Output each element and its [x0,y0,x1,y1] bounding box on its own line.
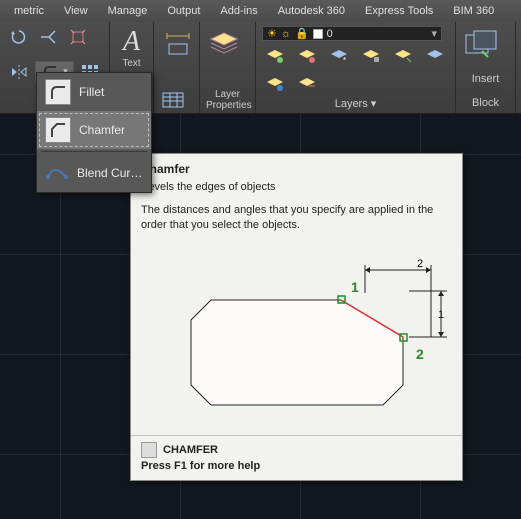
table-icon[interactable] [160,89,186,111]
tooltip-desc: Bevels the edges of objects [131,180,462,203]
menu-manage[interactable]: Manage [98,5,158,17]
dimension-icon[interactable] [160,26,196,62]
pick-label-1: 1 [351,279,359,295]
dropdown-item-blend[interactable]: Blend Cur… [37,154,151,192]
layer-iso-icon[interactable] [422,45,448,67]
blend-icon [45,162,69,185]
menu-bim360[interactable]: BIM 360 [443,5,504,17]
layer-combo[interactable]: ☀ ☼ 🔒 0 ▾ [262,26,442,41]
fillet-dropdown: Fillet Chamfer Blend Cur… [36,72,152,193]
panel-label-layers: Layers ▾ [262,95,449,112]
tooltip-title: Chamfer [131,154,462,180]
dropdown-label: Fillet [79,85,104,99]
tooltip-command: CHAMFER [163,444,218,456]
layer-state-icon[interactable] [262,45,288,67]
layer-match-icon[interactable] [390,45,416,67]
tooltip-diagram: 2 1 1 2 [141,245,452,425]
menu-autodesk360[interactable]: Autodesk 360 [268,5,355,17]
text-tool-label: Text [116,58,147,69]
command-icon [141,442,157,458]
rotate-icon[interactable] [6,26,32,48]
menu-output[interactable]: Output [157,5,210,17]
chamfer-icon [45,117,71,143]
dropdown-item-fillet[interactable]: Fillet [37,73,151,111]
insert-label: Insert [462,73,509,85]
layer-name: 0 [327,28,333,40]
layer-freeze-icon[interactable]: * [326,45,352,67]
mirror-icon[interactable] [6,61,31,83]
insert-block-icon[interactable] [462,26,498,62]
tooltip-help: Press F1 for more help [131,460,462,480]
lock-icon: 🔒 [295,27,309,40]
text-tool-icon[interactable]: A [116,26,147,58]
menubar: metric View Manage Output Add-ins Autode… [0,0,521,22]
panel-label-block: Block [462,95,509,111]
color-swatch [313,29,323,39]
ribbon-panel-block: Insert Block [456,22,516,113]
tooltip-body: The distances and angles that you specif… [131,203,462,241]
menu-metric[interactable]: metric [4,5,54,17]
sun-icon: ☼ [281,28,291,40]
layer-prev-icon[interactable] [262,73,288,95]
menu-expresstools[interactable]: Express Tools [355,5,443,17]
svg-text:*: * [343,56,346,64]
trim-icon[interactable] [36,26,62,48]
chamfer-tooltip: Chamfer Bevels the edges of objects The … [130,153,463,481]
layer-off-icon[interactable] [294,45,320,67]
layer-properties-icon[interactable] [206,26,242,62]
layer-lock-icon[interactable] [358,45,384,67]
layer-properties-label: Layer Properties [206,89,249,111]
dropdown-separator [41,151,147,152]
layer-walk-icon[interactable] [294,73,320,95]
tooltip-command-row: CHAMFER [131,436,462,460]
dropdown-item-chamfer[interactable]: Chamfer [37,111,151,149]
bulb-icon: ☀ [267,27,277,40]
dim-2-text: 2 [417,258,423,270]
menu-addins[interactable]: Add-ins [210,5,267,17]
ribbon-panel-layers: ☀ ☼ 🔒 0 ▾ * Layers ▾ [256,22,456,113]
dropdown-label: Chamfer [79,123,125,137]
fillet-icon [45,79,71,105]
ribbon-panel-dim [154,22,200,113]
menu-view[interactable]: View [54,5,98,17]
pick-label-2: 2 [416,346,424,362]
dim-1-text: 1 [438,309,444,321]
explode-icon[interactable] [66,26,92,48]
ribbon-panel-layer-props: Layer Properties [200,22,256,113]
dropdown-label: Blend Cur… [77,166,142,180]
